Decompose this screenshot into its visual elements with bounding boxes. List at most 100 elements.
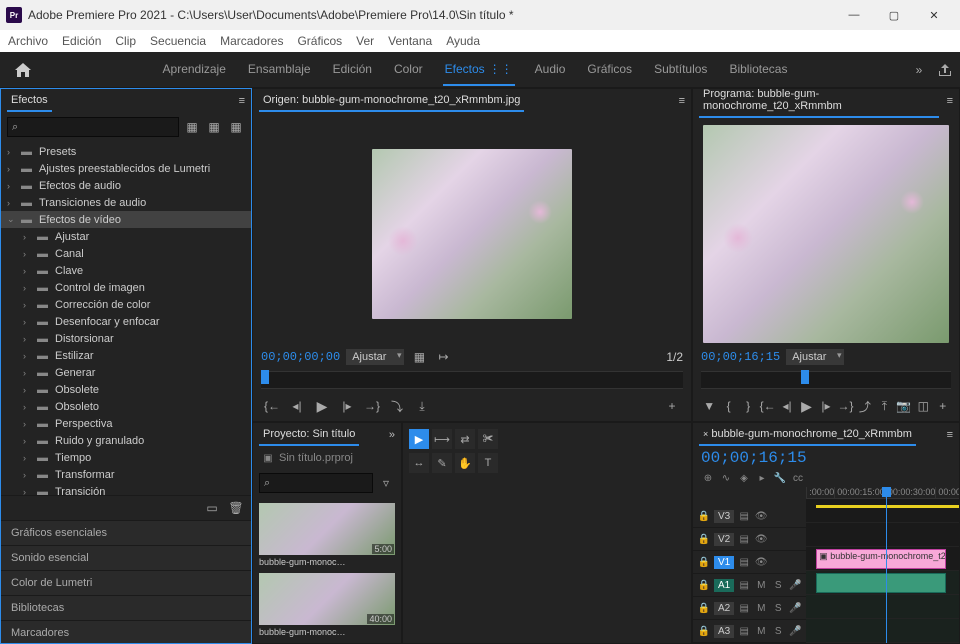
project-search[interactable]: ⌕ xyxy=(259,473,373,493)
razor-tool[interactable]: ✀ xyxy=(478,429,498,449)
side-panel-tab[interactable]: Color de Lumetri xyxy=(1,571,251,596)
step-fwd-icon[interactable]: |▸ xyxy=(818,395,834,417)
source-preview[interactable] xyxy=(372,149,572,319)
settings-icon[interactable]: 🔧 xyxy=(773,471,787,485)
sync-icon[interactable]: ▤ xyxy=(737,555,751,569)
lock-icon[interactable]: 🔒 xyxy=(697,509,711,523)
add-marker-icon[interactable]: ▼ xyxy=(701,395,717,417)
extract-icon[interactable]: ⤒ xyxy=(876,395,892,417)
eye-icon[interactable]: 👁 xyxy=(754,532,768,546)
lock-icon[interactable]: 🔒 xyxy=(697,578,711,592)
timeline-tab[interactable]: × bubble-gum-monochrome_t20_xRmmbm xyxy=(699,424,916,446)
effect-folder[interactable]: ›▬Canal xyxy=(1,245,251,262)
effect-folder[interactable]: ›▬Transición xyxy=(1,483,251,495)
ws-bibliotecas[interactable]: Bibliotecas xyxy=(727,54,789,86)
track-toggle[interactable]: V1 xyxy=(714,556,734,569)
delete-icon[interactable]: 🗑 xyxy=(227,499,245,517)
sync-icon[interactable]: ▤ xyxy=(737,578,751,592)
program-scrubber[interactable] xyxy=(701,371,951,389)
ws-color[interactable]: Color xyxy=(392,54,425,86)
side-panel-tab[interactable]: Bibliotecas xyxy=(1,596,251,621)
home-button[interactable] xyxy=(6,56,40,84)
sync-icon[interactable]: ▤ xyxy=(737,624,751,638)
marker-icon[interactable]: ◈ xyxy=(737,471,751,485)
effect-folder[interactable]: ›▬Transiciones de audio xyxy=(1,194,251,211)
effect-folder[interactable]: ›▬Tiempo xyxy=(1,449,251,466)
ws-audio[interactable]: Audio xyxy=(533,54,568,86)
mark-in-icon[interactable]: {← xyxy=(261,395,283,417)
ws-subtitulos[interactable]: Subtítulos xyxy=(652,54,709,86)
effect-folder[interactable]: ›▬Distorsionar xyxy=(1,330,251,347)
lock-icon[interactable]: 🔒 xyxy=(697,601,711,615)
project-item[interactable]: 40:00bubble-gum-monoc… xyxy=(259,573,395,637)
type-tool[interactable]: T xyxy=(478,453,498,473)
menu-secuencia[interactable]: Secuencia xyxy=(150,34,206,48)
effect-folder[interactable]: ›▬Ajustes preestablecidos de Lumetri xyxy=(1,160,251,177)
overflow-icon[interactable]: » xyxy=(389,429,395,441)
insert-icon[interactable]: ⤵ xyxy=(386,395,408,417)
effect-folder[interactable]: ›▬Control de imagen xyxy=(1,279,251,296)
lock-icon[interactable]: 🔒 xyxy=(697,532,711,546)
effect-folder[interactable]: ›▬Ruido y granulado xyxy=(1,432,251,449)
safe-margins-icon[interactable]: ▦ xyxy=(410,348,428,366)
effect-folder[interactable]: ›▬Ajustar xyxy=(1,228,251,245)
ws-edicion[interactable]: Edición xyxy=(331,54,374,86)
effect-folder[interactable]: ⌄▬Efectos de vídeo xyxy=(1,211,251,228)
timeline-timecode[interactable]: 00;00;16;15 xyxy=(693,447,959,469)
effect-folder[interactable]: ›▬Obsoleto xyxy=(1,398,251,415)
pen-tool[interactable]: ✎ xyxy=(432,453,452,473)
sync-icon[interactable]: ▤ xyxy=(737,601,751,615)
eye-icon[interactable]: 👁 xyxy=(754,555,768,569)
track-header[interactable]: 🔒V2▤👁 xyxy=(693,528,806,551)
effect-folder[interactable]: ›▬Generar xyxy=(1,364,251,381)
overflow-icon[interactable]: » xyxy=(910,61,928,79)
audio-track-lane[interactable] xyxy=(806,571,959,595)
close-button[interactable]: ✕ xyxy=(914,0,954,30)
video-track-lane[interactable] xyxy=(806,499,959,523)
voice-icon[interactable]: 🎤 xyxy=(788,624,802,638)
effect-folder[interactable]: ›▬Desenfocar y enfocar xyxy=(1,313,251,330)
effects-search-input[interactable]: ⌕ xyxy=(7,117,179,137)
step-back-icon[interactable]: ◂| xyxy=(286,395,308,417)
menu-ventana[interactable]: Ventana xyxy=(388,34,432,48)
step-back-icon[interactable]: ◂| xyxy=(779,395,795,417)
accel-icon[interactable]: ▦ xyxy=(205,118,223,136)
track-toggle[interactable]: A1 xyxy=(714,579,734,592)
panel-menu-icon[interactable]: ≡ xyxy=(239,95,245,107)
source-tc-left[interactable]: 00;00;00;00 xyxy=(261,350,340,364)
effect-folder[interactable]: ›▬Clave xyxy=(1,262,251,279)
mark-out-icon[interactable]: } xyxy=(740,395,756,417)
overwrite-icon[interactable]: ⤓ xyxy=(411,395,433,417)
solo-button[interactable]: S xyxy=(771,601,785,615)
playhead[interactable] xyxy=(886,487,887,643)
step-fwd-icon[interactable]: |▸ xyxy=(336,395,358,417)
selection-tool[interactable]: ▶ xyxy=(409,429,429,449)
filter-icon[interactable]: ▿ xyxy=(377,474,395,492)
track-header[interactable]: 🔒V3▤👁 xyxy=(693,505,806,528)
step-icon[interactable]: ↦ xyxy=(434,348,452,366)
menu-ayuda[interactable]: Ayuda xyxy=(446,34,480,48)
effect-folder[interactable]: ›▬Obsolete xyxy=(1,381,251,398)
effect-folder[interactable]: ›▬Efectos de audio xyxy=(1,177,251,194)
lift-icon[interactable]: ⤴ xyxy=(857,395,873,417)
preset-icon[interactable]: ▦ xyxy=(183,118,201,136)
voice-icon[interactable]: 🎤 xyxy=(788,578,802,592)
menu-clip[interactable]: Clip xyxy=(115,34,136,48)
panel-menu-icon[interactable]: ≡ xyxy=(947,95,953,107)
snap-icon[interactable]: ⊕ xyxy=(701,471,715,485)
program-preview[interactable] xyxy=(703,125,949,343)
effect-folder[interactable]: ›▬Estilizar xyxy=(1,347,251,364)
effect-folder[interactable]: ›▬Perspectiva xyxy=(1,415,251,432)
link-icon[interactable]: ∿ xyxy=(719,471,733,485)
timeline-clip[interactable] xyxy=(816,573,946,593)
eye-icon[interactable]: 👁 xyxy=(754,509,768,523)
minimize-button[interactable]: — xyxy=(834,0,874,30)
solo-button[interactable]: S xyxy=(771,578,785,592)
new-bin-icon[interactable]: ▭ xyxy=(203,499,221,517)
yuv-icon[interactable]: ▦ xyxy=(227,118,245,136)
go-out-icon[interactable]: →} xyxy=(837,395,853,417)
track-header[interactable]: 🔒A2▤MS🎤 xyxy=(693,597,806,620)
voice-icon[interactable]: 🎤 xyxy=(788,601,802,615)
project-item[interactable]: 5:00bubble-gum-monoc… xyxy=(259,503,395,567)
mark-in-icon[interactable]: { xyxy=(720,395,736,417)
